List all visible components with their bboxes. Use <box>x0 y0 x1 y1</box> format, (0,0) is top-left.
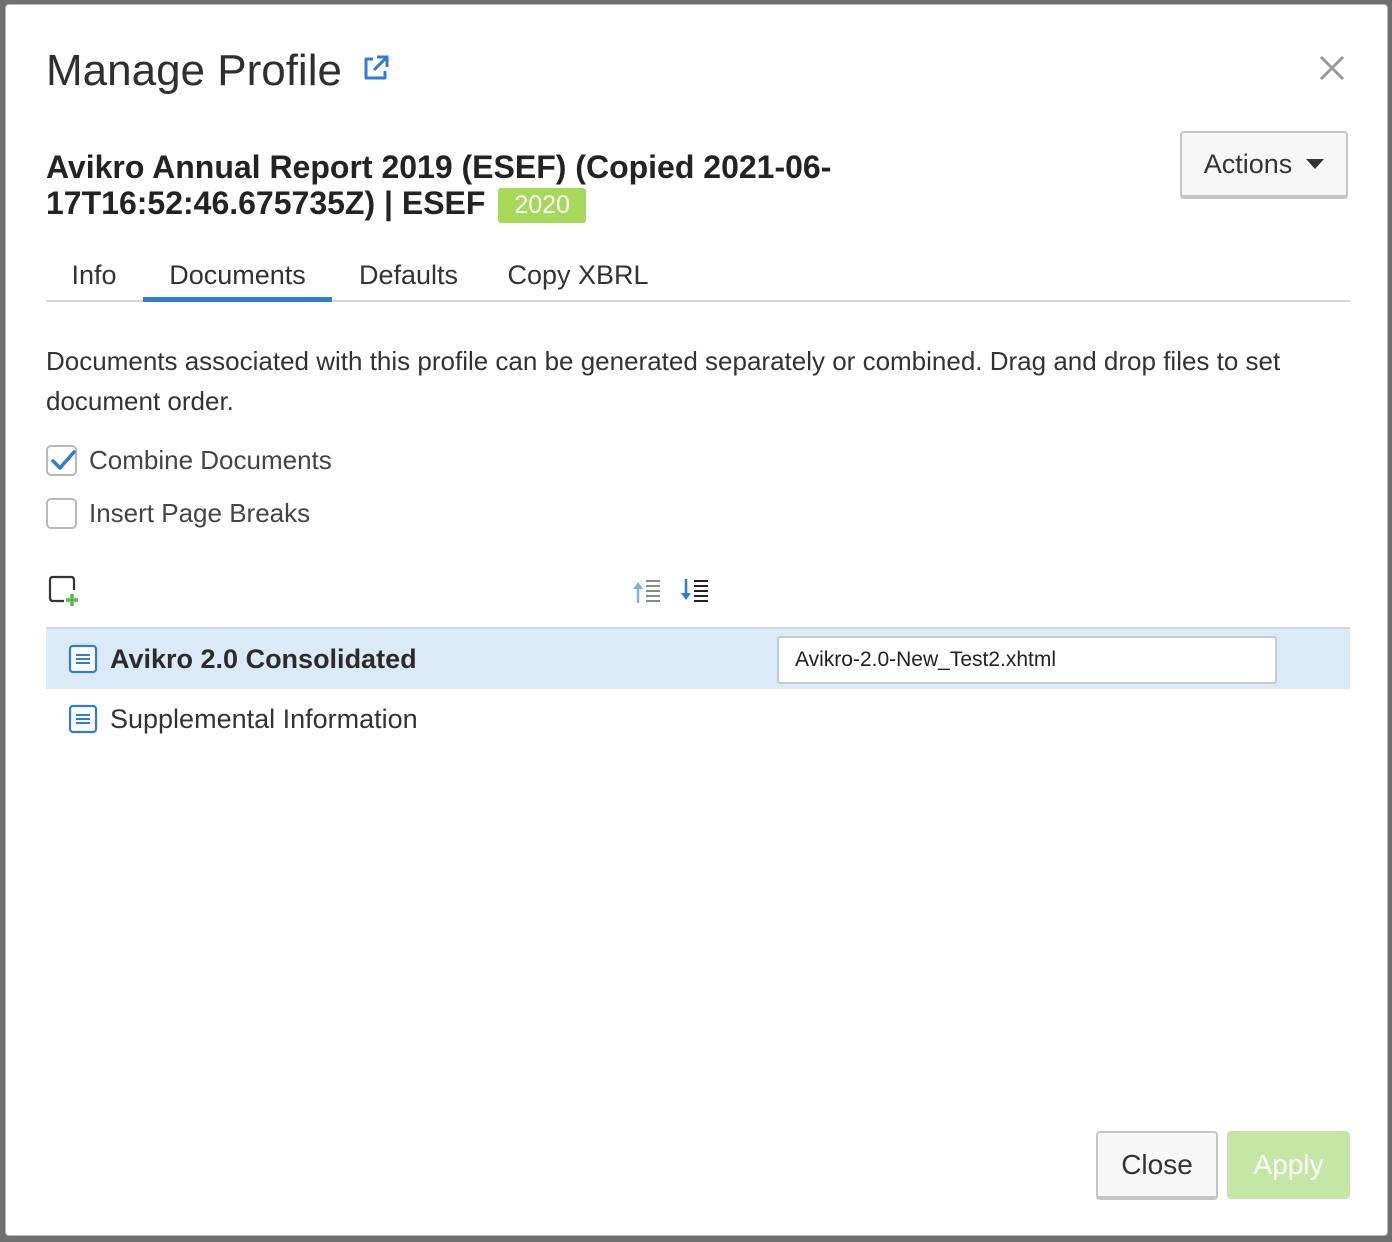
manage-profile-dialog: Manage Profile Avikro Annual Report 2019… <box>5 4 1388 1236</box>
document-list: Avikro 2.0 Consolidated Supplemental Inf… <box>46 627 1350 749</box>
close-icon[interactable] <box>1317 53 1347 83</box>
move-up-icon[interactable] <box>632 577 662 605</box>
profile-name: Avikro Annual Report 2019 (ESEF) (Copied… <box>46 149 1156 224</box>
filename-input[interactable] <box>777 636 1277 684</box>
external-link-icon[interactable] <box>361 53 391 83</box>
tab-documents[interactable]: Documents <box>143 249 332 302</box>
profile-name-text: Avikro Annual Report 2019 (ESEF) (Copied… <box>46 149 832 221</box>
year-badge: 2020 <box>498 188 586 224</box>
combine-documents-label: Combine Documents <box>89 445 332 475</box>
document-icon <box>68 704 98 734</box>
tab-info[interactable]: Info <box>46 249 142 300</box>
insert-page-breaks-label: Insert Page Breaks <box>89 498 311 528</box>
actions-button[interactable]: Actions <box>1180 131 1348 199</box>
tab-copy-xbrl[interactable]: Copy XBRL <box>493 249 663 300</box>
insert-page-breaks-option: Insert Page Breaks <box>46 498 310 529</box>
tab-bar: Info Documents Defaults Copy XBRL <box>46 249 1350 302</box>
add-document-icon[interactable] <box>48 575 82 609</box>
checkmark-icon <box>51 450 76 470</box>
combine-documents-option: Combine Documents <box>46 445 332 476</box>
dialog-title: Manage Profile <box>46 46 342 95</box>
document-icon <box>68 644 98 674</box>
actions-label: Actions <box>1203 148 1293 179</box>
close-button[interactable]: Close <box>1096 1131 1218 1200</box>
tab-defaults[interactable]: Defaults <box>336 249 481 300</box>
document-name: Avikro 2.0 Consolidated <box>110 643 417 674</box>
document-row[interactable]: Avikro 2.0 Consolidated <box>46 629 1350 689</box>
document-row[interactable]: Supplemental Information <box>46 689 1350 749</box>
documents-description: Documents associated with this profile c… <box>46 346 1281 416</box>
document-name: Supplemental Information <box>110 703 418 734</box>
move-down-icon[interactable] <box>680 577 710 605</box>
apply-button[interactable]: Apply <box>1227 1131 1350 1199</box>
insert-page-breaks-checkbox[interactable] <box>46 498 77 529</box>
caret-down-icon <box>1306 159 1325 169</box>
combine-documents-checkbox[interactable] <box>46 445 77 476</box>
